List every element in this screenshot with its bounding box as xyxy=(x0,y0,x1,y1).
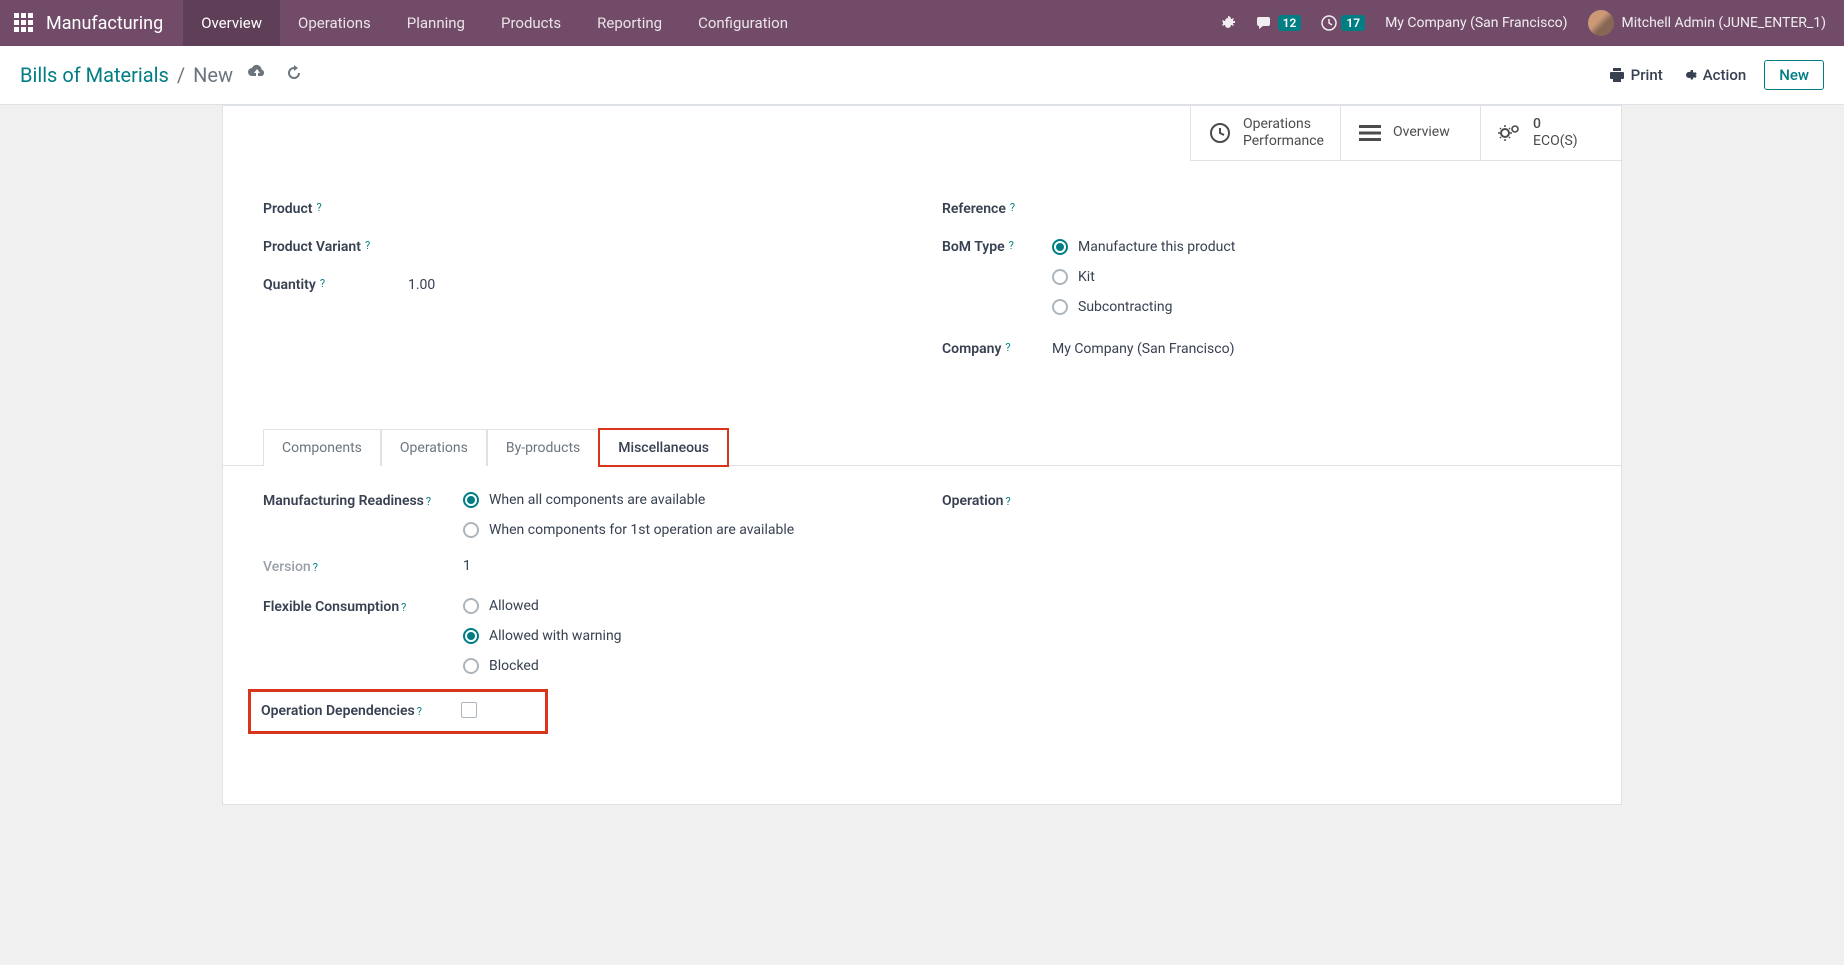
form-scroll-area[interactable]: Operations Performance Overview 0 ECO(S) xyxy=(0,105,1844,965)
stat-overview[interactable]: Overview xyxy=(1341,106,1481,160)
flex-blocked[interactable]: Blocked xyxy=(463,658,902,674)
operation-label: Operation xyxy=(942,493,1003,509)
tab-miscellaneous[interactable]: Miscellaneous xyxy=(599,429,728,466)
apps-icon[interactable] xyxy=(14,13,34,33)
readiness-radio-group: When all components are available When c… xyxy=(463,492,902,538)
avatar xyxy=(1588,10,1614,36)
help-icon[interactable]: ? xyxy=(1010,201,1015,214)
readiness-first-operation[interactable]: When components for 1st operation are av… xyxy=(463,522,902,538)
help-icon[interactable]: ? xyxy=(1005,341,1010,354)
gears-icon xyxy=(1497,122,1523,144)
breadcrumb-root[interactable]: Bills of Materials xyxy=(20,63,169,87)
company-label: Company xyxy=(942,341,1001,357)
bars-icon xyxy=(1357,124,1383,142)
help-icon[interactable]: ? xyxy=(426,495,431,508)
bom-type-subcontracting[interactable]: Subcontracting xyxy=(1052,299,1581,315)
readiness-all-components[interactable]: When all components are available xyxy=(463,492,902,508)
flex-allowed-warning[interactable]: Allowed with warning xyxy=(463,628,902,644)
bom-type-kit[interactable]: Kit xyxy=(1052,269,1581,285)
flex-allowed[interactable]: Allowed xyxy=(463,598,902,614)
activities-icon[interactable]: 17 xyxy=(1311,0,1375,46)
tab-operations[interactable]: Operations xyxy=(381,429,487,466)
form-tabs: Components Operations By-products Miscel… xyxy=(223,429,1621,466)
flex-label: Flexible Consumption xyxy=(263,599,399,615)
action-button[interactable]: Action xyxy=(1681,66,1746,84)
help-icon[interactable]: ? xyxy=(1005,495,1010,508)
debug-icon[interactable] xyxy=(1210,0,1246,46)
bom-type-radio-group: Manufacture this product Kit Subcontract… xyxy=(1052,239,1581,315)
messages-badge: 12 xyxy=(1278,15,1302,31)
version-value: 1 xyxy=(463,558,902,574)
nav-reporting[interactable]: Reporting xyxy=(579,0,680,46)
top-navbar: Manufacturing Overview Operations Planni… xyxy=(0,0,1844,46)
bom-type-label: BoM Type xyxy=(942,239,1005,255)
breadcrumb-current: New xyxy=(193,63,233,87)
operation-dependencies-highlight: Operation Dependencies? xyxy=(253,694,543,730)
quantity-field[interactable]: 1.00 xyxy=(408,277,902,293)
messages-icon[interactable]: 12 xyxy=(1246,0,1312,46)
nav-configuration[interactable]: Configuration xyxy=(680,0,806,46)
cloud-unsaved-icon[interactable] xyxy=(247,64,267,86)
help-icon[interactable]: ? xyxy=(320,277,325,290)
nav-planning[interactable]: Planning xyxy=(389,0,483,46)
help-icon[interactable]: ? xyxy=(313,561,318,574)
company-selector[interactable]: My Company (San Francisco) xyxy=(1375,0,1577,46)
print-button[interactable]: Print xyxy=(1609,66,1663,84)
tab-content-misc: Manufacturing Readiness? When all compon… xyxy=(223,466,1621,755)
flex-radio-group: Allowed Allowed with warning Blocked xyxy=(463,598,902,674)
company-field[interactable]: My Company (San Francisco) xyxy=(1052,341,1581,357)
help-icon[interactable]: ? xyxy=(316,201,321,214)
bom-type-manufacture[interactable]: Manufacture this product xyxy=(1052,239,1581,255)
discard-icon[interactable] xyxy=(285,64,303,86)
help-icon[interactable]: ? xyxy=(365,239,370,252)
breadcrumb-sep: / xyxy=(177,63,185,87)
stat-buttons: Operations Performance Overview 0 ECO(S) xyxy=(1190,106,1621,161)
control-bar: Bills of Materials / New Print Action Ne… xyxy=(0,46,1844,105)
product-label: Product xyxy=(263,201,312,217)
stat-ecos[interactable]: 0 ECO(S) xyxy=(1481,106,1621,160)
quantity-label: Quantity xyxy=(263,277,316,293)
breadcrumb: Bills of Materials / New xyxy=(20,63,233,87)
product-variant-label: Product Variant xyxy=(263,239,361,255)
nav-overview[interactable]: Overview xyxy=(183,0,280,46)
help-icon[interactable]: ? xyxy=(1009,239,1014,252)
activities-badge: 17 xyxy=(1341,15,1365,31)
new-button[interactable]: New xyxy=(1764,60,1824,90)
readiness-label: Manufacturing Readiness xyxy=(263,493,424,509)
version-label: Version xyxy=(263,559,311,575)
reference-label: Reference xyxy=(942,201,1006,217)
user-name: Mitchell Admin (JUNE_ENTER_1) xyxy=(1622,15,1826,31)
form-sheet: Operations Performance Overview 0 ECO(S) xyxy=(222,105,1622,805)
help-icon[interactable]: ? xyxy=(417,705,422,718)
tab-components[interactable]: Components xyxy=(263,429,381,466)
opdeps-label: Operation Dependencies xyxy=(261,703,415,719)
opdeps-checkbox[interactable] xyxy=(461,702,477,718)
user-menu[interactable]: Mitchell Admin (JUNE_ENTER_1) xyxy=(1578,0,1836,46)
stat-operations-performance[interactable]: Operations Performance xyxy=(1191,106,1341,160)
app-brand[interactable]: Manufacturing xyxy=(46,13,163,34)
clock-icon xyxy=(1207,121,1233,145)
nav-products[interactable]: Products xyxy=(483,0,579,46)
tab-byproducts[interactable]: By-products xyxy=(487,429,599,466)
help-icon[interactable]: ? xyxy=(401,601,406,614)
nav-operations[interactable]: Operations xyxy=(280,0,389,46)
